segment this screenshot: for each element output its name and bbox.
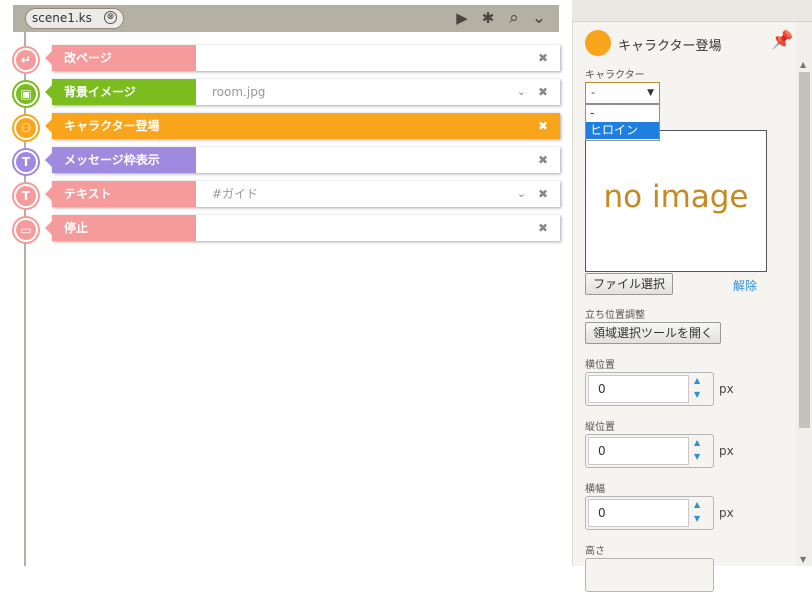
tag-label: テキスト [45, 181, 196, 207]
timeline-line [24, 32, 26, 566]
unit-label: px [719, 382, 734, 396]
spin-down-icon[interactable]: ▼ [694, 514, 700, 523]
file-select-button[interactable]: ファイル選択 [585, 273, 674, 295]
message-window-icon: T [12, 148, 40, 176]
delete-icon[interactable]: ✖ [538, 215, 548, 241]
position-label: 立ち位置調整 [585, 310, 645, 321]
delete-icon[interactable]: ✖ [538, 79, 548, 105]
tag-label: 背景イメージ [45, 79, 196, 105]
play-icon[interactable]: ▶ [452, 8, 472, 28]
panel-scrollbar[interactable]: ▲ ▼ [796, 22, 812, 566]
clear-link[interactable]: 解除 [733, 277, 757, 294]
tag-row-page-break[interactable]: 改ページ ✖ [45, 45, 560, 71]
tag-label: メッセージ枠表示 [45, 147, 196, 173]
image-preview: no image [585, 130, 767, 272]
x-position-label: 横位置 [585, 360, 615, 371]
scene-tab[interactable]: scene1.ks ⊗ [25, 8, 124, 29]
spin-up-icon[interactable]: ▲ [694, 438, 700, 447]
y-position-input[interactable]: 0 [588, 437, 689, 465]
editor-toolbar: scene1.ks ⊗ ▶ ✱ ⌕ ⌄ [13, 5, 559, 32]
delete-icon[interactable]: ✖ [538, 113, 548, 139]
character-select[interactable]: - ▼ [585, 82, 660, 104]
width-label: 横幅 [585, 484, 605, 495]
spin-down-icon[interactable]: ▼ [694, 390, 700, 399]
tag-value: room.jpg [212, 85, 266, 99]
dropdown-option[interactable]: - [586, 105, 659, 122]
tag-row-background-image[interactable]: 背景イメージ room.jpg ⌄ ✖ [45, 79, 560, 105]
tag-row-stop[interactable]: 停止 ✖ [45, 215, 560, 241]
dropdown-option-heroine[interactable]: ヒロイン [586, 122, 659, 139]
height-label: 高さ [585, 546, 605, 557]
y-position-field[interactable]: 0 ▲ ▼ [585, 434, 714, 468]
scenario-editor: scene1.ks ⊗ ▶ ✱ ⌕ ⌄ ↵ 改ページ ✖ ▣ 背景イメージ ro… [0, 0, 572, 566]
tag-row-message-window[interactable]: メッセージ枠表示 ✖ [45, 147, 560, 173]
character-selected: - [591, 86, 595, 99]
spin-down-icon[interactable]: ▼ [694, 452, 700, 461]
tag-row-character-enter[interactable]: キャラクター登場 ✖ [45, 113, 560, 139]
debug-bug-icon[interactable]: ✱ [478, 8, 498, 28]
tag-row-text[interactable]: テキスト #ガイド ⌄ ✖ [45, 181, 560, 207]
unit-label: px [719, 506, 734, 520]
tag-label: 改ページ [45, 45, 196, 71]
tag-label: キャラクター登場 [45, 113, 196, 139]
panel-top-bar [572, 0, 812, 22]
stop-icon: ▭ [12, 216, 40, 244]
scroll-up-icon[interactable]: ▲ [800, 60, 806, 69]
spin-up-icon[interactable]: ▲ [694, 500, 700, 509]
delete-icon[interactable]: ✖ [538, 181, 548, 207]
tag-label: 停止 [45, 215, 196, 241]
y-position-label: 縦位置 [585, 422, 615, 433]
no-image-text: no image [603, 179, 749, 215]
tag-value: #ガイド [212, 187, 259, 201]
chevron-down-icon[interactable]: ⌄ [517, 79, 526, 105]
select-arrow-icon: ▼ [647, 88, 654, 98]
spin-up-icon[interactable]: ▲ [694, 376, 700, 385]
property-panel: キャラクター登場 📌 キャラクター - ▼ no image - ヒロイン ファ… [572, 22, 796, 592]
character-dropdown: - ヒロイン [585, 104, 660, 141]
image-icon: ▣ [12, 80, 40, 108]
panel-title: キャラクター登場 [618, 39, 722, 54]
open-region-tool-button[interactable]: 領域選択ツールを開く [585, 322, 722, 344]
character-enter-icon [585, 30, 611, 56]
scrollbar-thumb[interactable] [799, 72, 810, 428]
x-position-input[interactable]: 0 [588, 375, 689, 403]
width-input[interactable]: 0 [588, 499, 689, 527]
property-panel-area: キャラクター登場 📌 キャラクター - ▼ no image - ヒロイン ファ… [572, 0, 812, 592]
x-position-field[interactable]: 0 ▲ ▼ [585, 372, 714, 406]
pin-icon[interactable]: 📌 [771, 30, 793, 51]
scroll-down-icon[interactable]: ▼ [800, 555, 806, 564]
delete-icon[interactable]: ✖ [538, 147, 548, 173]
unit-label: px [719, 444, 734, 458]
search-icon[interactable]: ⌕ [504, 8, 524, 28]
page-break-icon: ↵ [12, 46, 40, 74]
delete-icon[interactable]: ✖ [538, 45, 548, 71]
close-tab-icon[interactable]: ⊗ [104, 11, 117, 24]
chevron-down-icon[interactable]: ⌄ [517, 181, 526, 207]
character-label: キャラクター [585, 70, 645, 81]
character-enter-icon: ⚇ [12, 114, 40, 142]
scene-tab-label: scene1.ks [32, 11, 92, 25]
width-field[interactable]: 0 ▲ ▼ [585, 496, 714, 530]
chevron-down-icon[interactable]: ⌄ [529, 8, 549, 28]
text-icon: T [12, 182, 40, 210]
height-field[interactable] [585, 558, 714, 592]
